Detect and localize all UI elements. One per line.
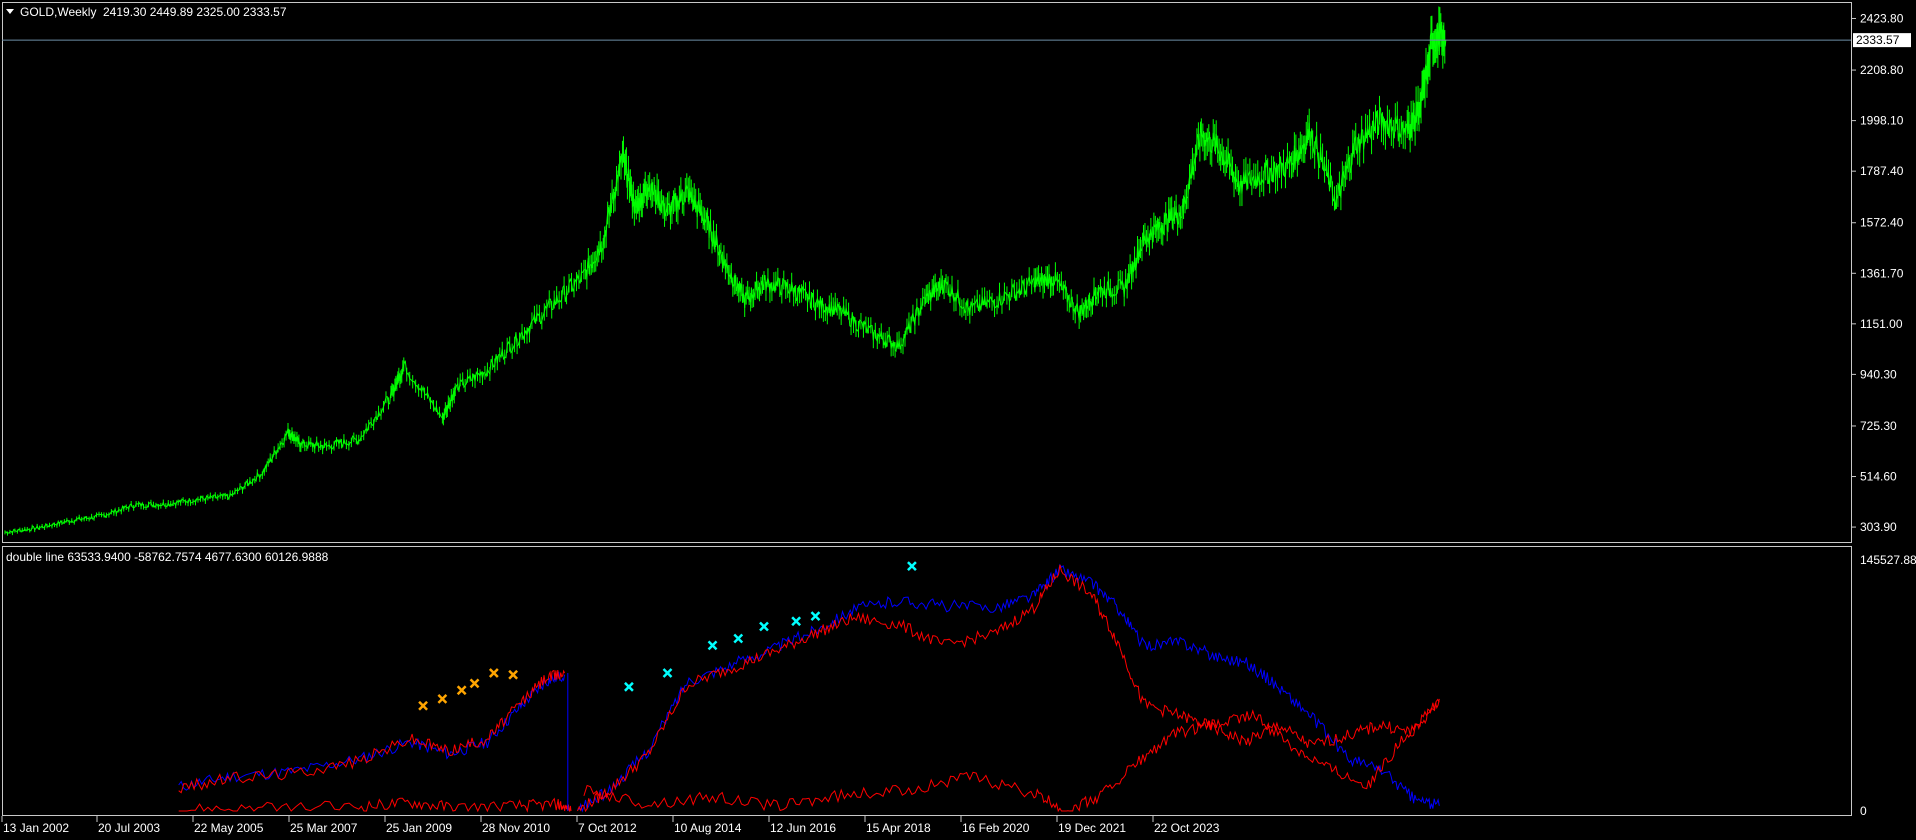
time-tick-label: 25 Jan 2009 xyxy=(386,821,452,835)
indicator-tick-label: 145527.88 xyxy=(1860,553,1916,567)
time-tick-label: 20 Jul 2003 xyxy=(98,821,160,835)
price-tick-label: 2208.80 xyxy=(1860,63,1904,77)
time-tick-label: 13 Jan 2002 xyxy=(3,821,69,835)
time-tick-label: 12 Jun 2016 xyxy=(770,821,836,835)
indicator-tick-label: 0 xyxy=(1860,804,1867,818)
time-tick-label: 10 Aug 2014 xyxy=(674,821,742,835)
indicator-title: double line 63533.9400 -58762.7574 4677.… xyxy=(6,550,329,564)
price-tick-label: 514.60 xyxy=(1860,470,1897,484)
price-tick-label: 940.30 xyxy=(1860,367,1897,381)
ohlc-readout: 2419.30 2449.89 2325.00 2333.57 xyxy=(103,5,287,19)
chart-canvas: 2423.80 2208.80 1998.10 1787.40 1572.40 1361.… xyxy=(0,0,1916,840)
current-price-value: 2333.57 xyxy=(1856,33,1900,47)
time-tick-label: 22 Oct 2023 xyxy=(1154,821,1220,835)
time-tick-label: 7 Oct 2012 xyxy=(578,821,637,835)
current-price-label: 2333.57 xyxy=(1853,33,1911,48)
time-tick-label: 19 Dec 2021 xyxy=(1058,821,1126,835)
price-tick-label: 2423.80 xyxy=(1860,11,1904,25)
price-tick-label: 303.90 xyxy=(1860,520,1897,534)
price-panel-header[interactable]: GOLD,Weekly 2419.30 2449.89 2325.00 2333… xyxy=(6,5,287,19)
time-tick-label: 15 Apr 2018 xyxy=(866,821,931,835)
price-tick-label: 1151.00 xyxy=(1860,317,1903,331)
price-tick-label: 725.30 xyxy=(1860,419,1897,433)
price-tick-label: 1787.40 xyxy=(1860,164,1904,178)
time-tick-label: 22 May 2005 xyxy=(194,821,264,835)
time-tick-label: 28 Nov 2010 xyxy=(482,821,550,835)
chart-background xyxy=(0,0,1916,840)
symbol-label: GOLD,Weekly xyxy=(20,5,96,19)
time-tick-label: 16 Feb 2020 xyxy=(962,821,1030,835)
price-tick-label: 1998.10 xyxy=(1860,114,1904,128)
price-tick-label: 1572.40 xyxy=(1860,216,1904,230)
price-tick-label: 1361.70 xyxy=(1860,266,1904,280)
time-tick-label: 25 Mar 2007 xyxy=(290,821,358,835)
